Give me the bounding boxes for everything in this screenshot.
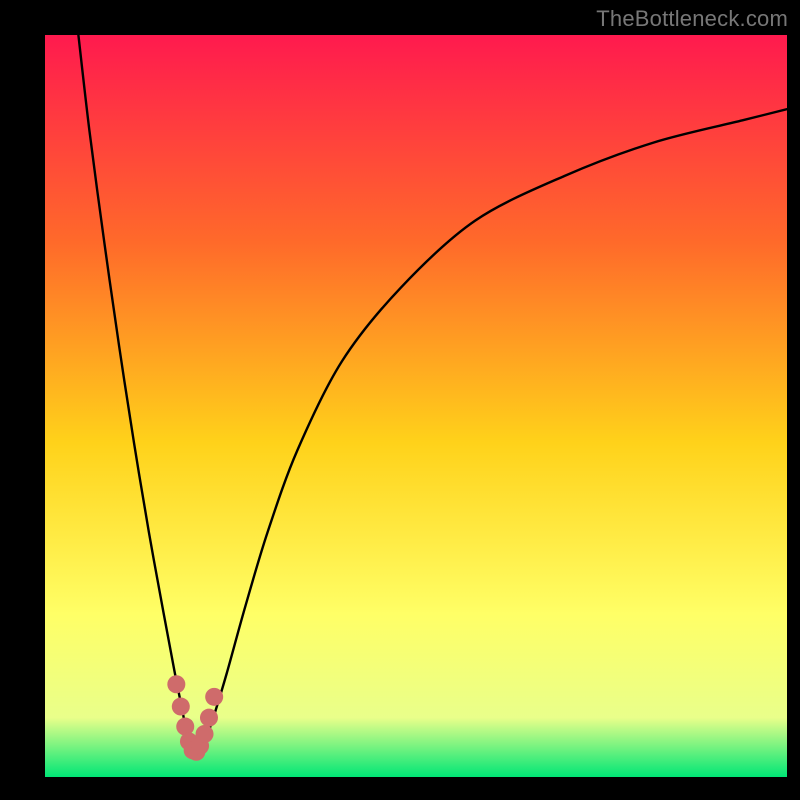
chart-svg <box>45 35 787 777</box>
plot-area <box>45 35 787 777</box>
highlight-dot <box>167 675 185 693</box>
watermark-text: TheBottleneck.com <box>596 6 788 32</box>
highlight-dot <box>172 698 190 716</box>
highlight-dot <box>205 688 223 706</box>
highlight-dot <box>196 725 214 743</box>
gradient-background <box>45 35 787 777</box>
chart-frame: TheBottleneck.com <box>0 0 800 800</box>
highlight-dot <box>200 709 218 727</box>
